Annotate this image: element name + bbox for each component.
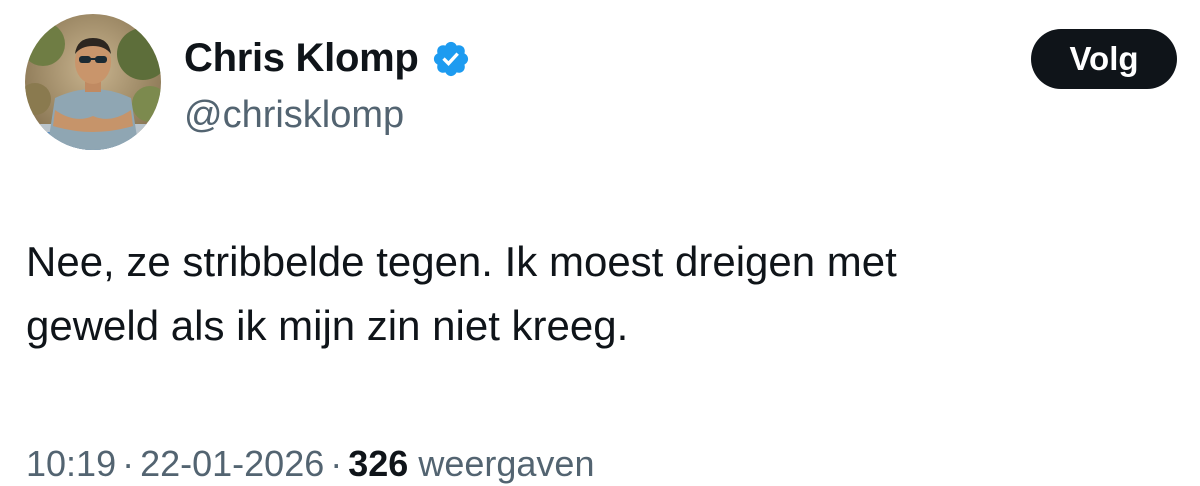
author-display-name[interactable]: Chris Klomp bbox=[184, 30, 419, 86]
tweet-text: Nee, ze stribbelde tegen. Ik moest dreig… bbox=[26, 230, 1176, 358]
follow-button[interactable]: Volg bbox=[1031, 29, 1177, 89]
meta-separator: · bbox=[122, 443, 135, 484]
views-label: weergaven bbox=[418, 443, 595, 484]
tweet-date[interactable]: 22-01-2026 bbox=[140, 443, 324, 484]
author-handle[interactable]: @chrisklomp bbox=[184, 90, 404, 140]
avatar[interactable] bbox=[25, 14, 161, 150]
meta-separator: · bbox=[330, 443, 343, 484]
tweet-time[interactable]: 10:19 bbox=[26, 443, 116, 484]
tweet-text-line: geweld als ik mijn zin niet kreeg. bbox=[26, 302, 629, 349]
profile-photo bbox=[25, 14, 161, 150]
tweet-text-line: Nee, ze stribbelde tegen. Ik moest dreig… bbox=[26, 238, 897, 285]
author-name-row: Chris Klomp bbox=[184, 30, 471, 86]
tweet-card: Chris Klomp @chrisklomp Volg Nee, ze str… bbox=[0, 0, 1200, 486]
tweet-meta: 10:19 · 22-01-2026 · 326 weergaven bbox=[26, 440, 594, 486]
verified-badge-icon bbox=[431, 39, 471, 79]
views-count: 326 bbox=[348, 443, 409, 484]
